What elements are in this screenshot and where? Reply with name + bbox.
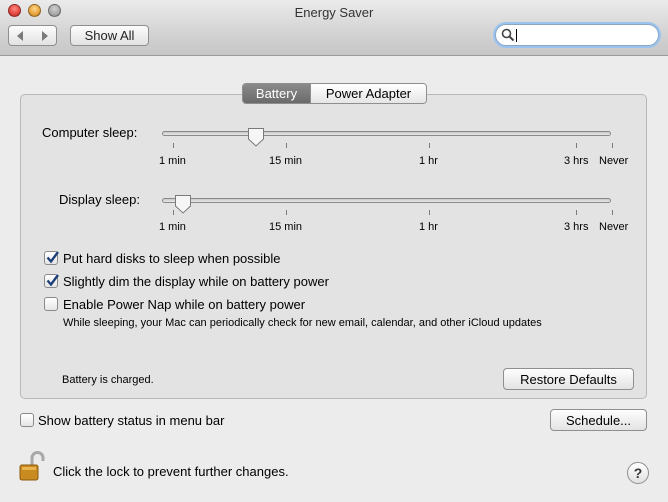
tab-power-adapter[interactable]: Power Adapter xyxy=(310,84,426,103)
slider-tick xyxy=(286,143,287,148)
text-caret xyxy=(516,29,517,42)
show-battery-status-checkbox[interactable] xyxy=(20,413,34,427)
display-sleep-tick-15min: 15 min xyxy=(269,221,303,233)
restore-defaults-button[interactable]: Restore Defaults xyxy=(503,368,634,390)
title-bar: Energy Saver Show All xyxy=(0,0,668,56)
computer-sleep-label: Computer sleep: xyxy=(42,125,138,140)
display-sleep-tick-1hr: 1 hr xyxy=(419,221,438,233)
search-input[interactable] xyxy=(516,26,651,44)
checkmark-icon xyxy=(46,274,59,287)
tab-bar: Battery Power Adapter xyxy=(242,83,427,104)
power-nap-label[interactable]: Enable Power Nap while on battery power xyxy=(63,297,305,312)
hard-disk-sleep-checkbox[interactable] xyxy=(44,251,59,265)
search-icon xyxy=(501,28,515,42)
slider-tick xyxy=(576,210,577,215)
slider-tick xyxy=(286,210,287,215)
computer-sleep-slider-track[interactable] xyxy=(162,131,611,136)
lock-icon[interactable] xyxy=(18,451,46,483)
display-sleep-tick-never: Never xyxy=(599,221,629,233)
display-sleep-tick-3hrs: 3 hrs xyxy=(564,221,589,233)
forward-button[interactable] xyxy=(32,25,57,46)
display-sleep-slider-track[interactable] xyxy=(162,198,611,203)
window-title: Energy Saver xyxy=(294,5,374,20)
hard-disk-sleep-label[interactable]: Put hard disks to sleep when possible xyxy=(63,251,281,266)
help-button[interactable]: ? xyxy=(627,462,649,484)
search-field[interactable] xyxy=(495,24,659,46)
slider-tick xyxy=(576,143,577,148)
display-sleep-label: Display sleep: xyxy=(59,192,140,207)
computer-sleep-tick-15min: 15 min xyxy=(269,155,303,167)
computer-sleep-tick-3hrs: 3 hrs xyxy=(564,155,589,167)
dim-display-checkbox[interactable] xyxy=(44,274,59,288)
battery-status-text: Battery is charged. xyxy=(62,374,154,386)
computer-sleep-tick-1hr: 1 hr xyxy=(419,155,438,167)
power-nap-checkbox[interactable] xyxy=(44,297,58,311)
slider-tick xyxy=(429,210,430,215)
power-nap-description: While sleeping, your Mac can periodicall… xyxy=(63,317,542,329)
chevron-left-icon xyxy=(17,30,23,41)
schedule-button[interactable]: Schedule... xyxy=(550,409,647,431)
tab-battery[interactable]: Battery xyxy=(243,84,310,103)
checkmark-icon xyxy=(46,251,59,264)
display-sleep-slider-thumb[interactable] xyxy=(174,194,192,214)
slider-tick xyxy=(612,210,613,215)
slider-tick xyxy=(429,143,430,148)
slider-tick xyxy=(612,143,613,148)
lock-message: Click the lock to prevent further change… xyxy=(53,464,289,479)
dim-display-label[interactable]: Slightly dim the display while on batter… xyxy=(63,274,329,289)
chevron-right-icon xyxy=(41,30,48,41)
display-sleep-tick-1min: 1 min xyxy=(159,221,186,233)
energy-saver-window: Energy Saver Show All Battery Power Adap… xyxy=(0,0,668,502)
back-button[interactable] xyxy=(8,25,33,46)
show-all-button[interactable]: Show All xyxy=(70,25,149,46)
computer-sleep-slider-thumb[interactable] xyxy=(247,127,265,147)
show-battery-status-label[interactable]: Show battery status in menu bar xyxy=(38,413,224,428)
slider-tick xyxy=(173,143,174,148)
computer-sleep-tick-never: Never xyxy=(599,155,629,167)
computer-sleep-tick-1min: 1 min xyxy=(159,155,186,167)
